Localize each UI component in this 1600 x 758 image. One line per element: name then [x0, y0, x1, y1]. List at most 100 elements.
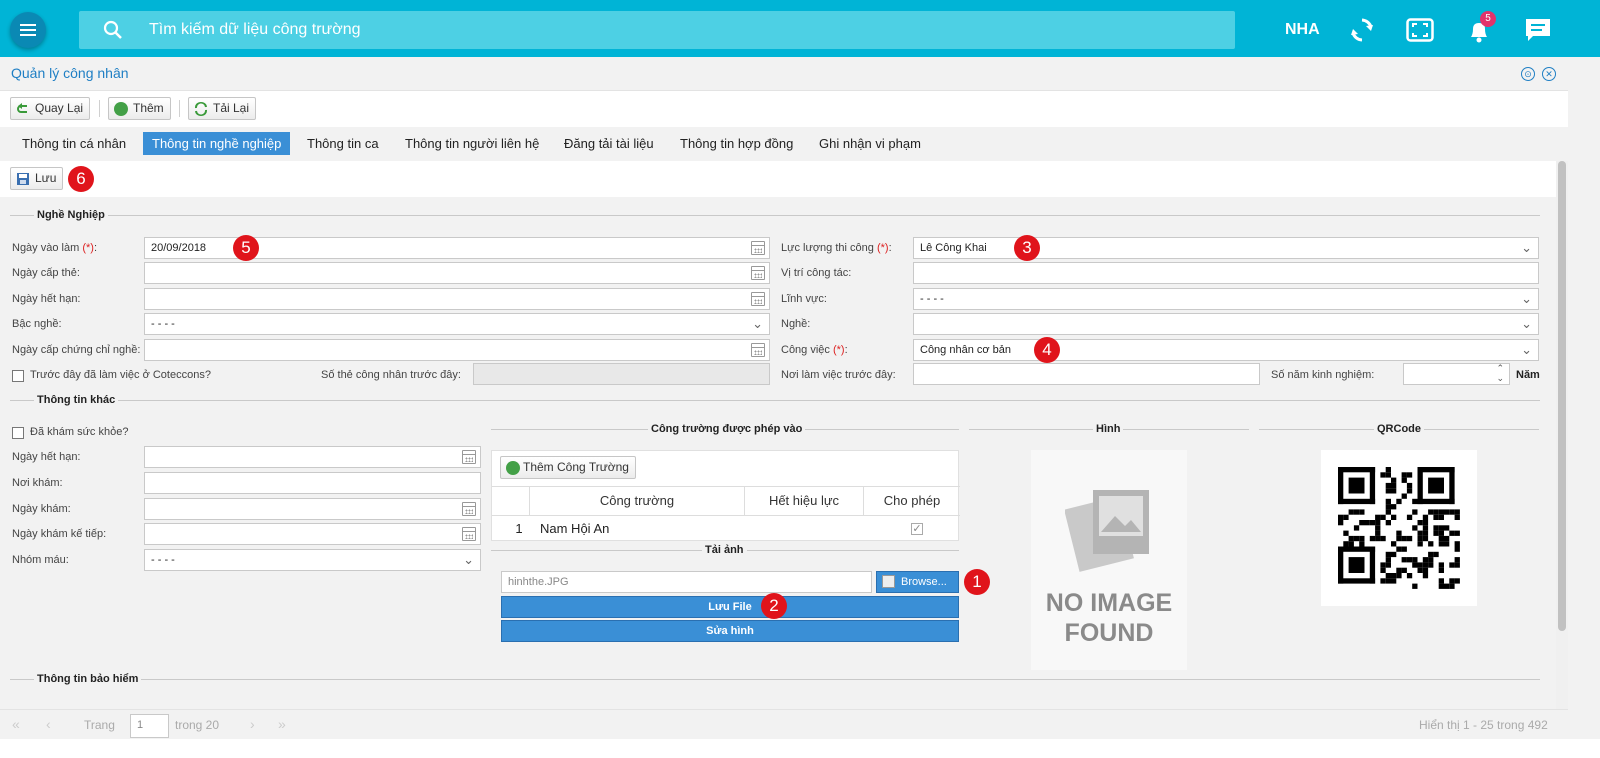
toolbar-divider — [99, 100, 100, 117]
experience-stepper[interactable]: ⌃ ⌄ — [1403, 363, 1510, 385]
health-check-checkbox[interactable] — [12, 427, 24, 439]
back-label: Quay Lại — [35, 101, 84, 115]
other-legend: Thông tin khác — [10, 394, 1540, 406]
tab-career-info[interactable]: Thông tin nghề nghiệp — [143, 132, 291, 155]
page-bottom — [0, 739, 1600, 758]
save-button[interactable]: Lưu — [10, 167, 64, 190]
column-header-expired[interactable]: Hết hiệu lực — [745, 486, 864, 516]
user-name[interactable]: NHA — [1285, 21, 1320, 39]
card-date-field[interactable] — [144, 262, 770, 284]
exam-date-field[interactable] — [144, 498, 481, 520]
add-site-button[interactable]: Thêm Công Trường — [500, 456, 636, 479]
allowed-checkbox[interactable]: ✓ — [911, 523, 923, 535]
scrollbar[interactable] — [1556, 161, 1568, 709]
next-page-icon[interactable]: › — [250, 716, 255, 732]
reload-button[interactable]: Tải Lại — [188, 97, 257, 120]
prev-page-icon[interactable]: ‹ — [46, 716, 51, 732]
grade-value: - - - - — [151, 318, 175, 330]
window-title: Quản lý công nhân — [11, 65, 129, 81]
page-input[interactable]: 1 — [130, 714, 169, 738]
fullscreen-icon[interactable] — [1406, 18, 1434, 42]
experience-unit: Năm — [1516, 369, 1540, 381]
exam-place-label: Nơi khám: — [12, 477, 63, 489]
field-select[interactable]: - - - - ⌄ — [913, 288, 1539, 310]
menu-button[interactable] — [10, 12, 46, 48]
exam-place-field[interactable] — [144, 472, 481, 494]
chevron-down-icon: ⌄ — [1521, 342, 1532, 357]
image-placeholder: NO IMAGE FOUND — [1031, 450, 1187, 670]
reload-label: Tải Lại — [213, 101, 250, 115]
tab-violations[interactable]: Ghi nhận vi phạm — [810, 132, 930, 155]
health-check-label: Đã khám sức khỏe? — [30, 426, 129, 438]
column-header-site[interactable]: Công trường — [530, 486, 745, 516]
search-input[interactable]: Tìm kiếm dữ liệu công trường — [79, 11, 1235, 49]
save-label: Lưu — [35, 171, 57, 185]
tab-shift-info[interactable]: Thông tin ca — [298, 132, 388, 155]
stepper-arrows-icon[interactable]: ⌃ ⌄ — [1496, 364, 1504, 383]
next-exam-field[interactable] — [144, 523, 481, 545]
add-icon — [114, 102, 128, 116]
start-date-value: 20/09/2018 — [151, 242, 207, 254]
job-value: Công nhân cơ bản — [920, 344, 1012, 356]
search-icon — [103, 20, 122, 39]
blood-select[interactable]: - - - - ⌄ — [144, 549, 481, 571]
scrollbar-thumb[interactable] — [1558, 161, 1566, 631]
add-site-label: Thêm Công Trường — [523, 460, 629, 474]
health-expiry-field[interactable] — [144, 446, 481, 468]
prev-coteccons-checkbox[interactable] — [12, 370, 24, 382]
force-select[interactable]: Lê Công Khai ⌄ — [913, 237, 1539, 259]
prev-work-label: Nơi làm việc trước đây: — [781, 369, 896, 381]
refresh-icon[interactable] — [1350, 17, 1374, 43]
calendar-icon[interactable] — [462, 450, 476, 464]
save-file-button[interactable]: Lưu File — [501, 596, 959, 618]
qrcode-legend: QRCode — [1259, 423, 1539, 435]
close-icon[interactable]: ✕ — [1542, 67, 1556, 81]
edit-image-button[interactable]: Sửa hình — [501, 620, 959, 642]
blood-value: - - - - — [151, 554, 175, 566]
save-bar: Lưu 6 — [0, 161, 1556, 197]
tab-bar: Thông tin cá nhân Thông tin nghề nghiệp … — [0, 127, 1568, 161]
tab-contact-info[interactable]: Thông tin người liên hệ — [396, 132, 548, 155]
restore-icon[interactable]: ⊙ — [1521, 67, 1535, 81]
qrcode-legend-text: QRCode — [1374, 423, 1424, 435]
back-button[interactable]: Quay Lại — [10, 97, 91, 120]
annotation-marker: 6 — [68, 166, 94, 192]
calendar-icon[interactable] — [751, 292, 765, 306]
job-select[interactable]: Công nhân cơ bản ⌄ — [913, 339, 1539, 361]
tab-personal-info[interactable]: Thông tin cá nhân — [13, 132, 135, 155]
add-button[interactable]: Thêm — [108, 97, 171, 120]
calendar-icon[interactable] — [751, 241, 765, 255]
qr-code-icon — [1338, 467, 1460, 589]
browse-button[interactable]: Browse... — [876, 571, 959, 593]
calendar-icon[interactable] — [751, 266, 765, 280]
chevron-down-icon: ⌄ — [1521, 291, 1532, 306]
tab-documents[interactable]: Đăng tải tài liệu — [555, 132, 663, 155]
calendar-icon[interactable] — [751, 343, 765, 357]
position-field[interactable] — [913, 262, 1539, 284]
expiry-date-field[interactable] — [144, 288, 770, 310]
chat-icon[interactable] — [1525, 18, 1551, 42]
column-header-allowed[interactable]: Cho phép — [864, 486, 960, 516]
toolbar: Quay Lại Thêm Tải Lại — [0, 91, 1568, 127]
cert-date-field[interactable] — [144, 339, 770, 361]
trade-label: Nghề: — [781, 318, 811, 330]
file-name-field[interactable]: hinhthe.JPG — [501, 571, 872, 593]
trade-select[interactable]: ⌄ — [913, 313, 1539, 335]
next-exam-label: Ngày khám kế tiếp: — [12, 528, 107, 540]
last-page-icon[interactable]: » — [278, 716, 286, 732]
browse-label: Browse... — [901, 576, 947, 588]
image-legend: Hình — [969, 423, 1249, 435]
grade-select[interactable]: - - - - ⌄ — [144, 313, 770, 335]
calendar-icon[interactable] — [462, 502, 476, 516]
start-date-label: Ngày vào làm (*): — [12, 242, 97, 254]
career-legend-text: Nghề Nghiệp — [34, 209, 108, 221]
first-page-icon[interactable]: « — [12, 716, 20, 732]
calendar-icon[interactable] — [462, 527, 476, 541]
health-expiry-label: Ngày hết hạn: — [12, 451, 81, 463]
upload-legend: Tải ảnh — [491, 544, 959, 556]
tab-contract-info[interactable]: Thông tin hợp đồng — [671, 132, 802, 155]
prev-card-field[interactable] — [473, 363, 770, 385]
prev-work-field[interactable] — [913, 363, 1260, 385]
job-label: Công việc (*): — [781, 344, 848, 356]
exam-date-label: Ngày khám: — [12, 503, 71, 515]
